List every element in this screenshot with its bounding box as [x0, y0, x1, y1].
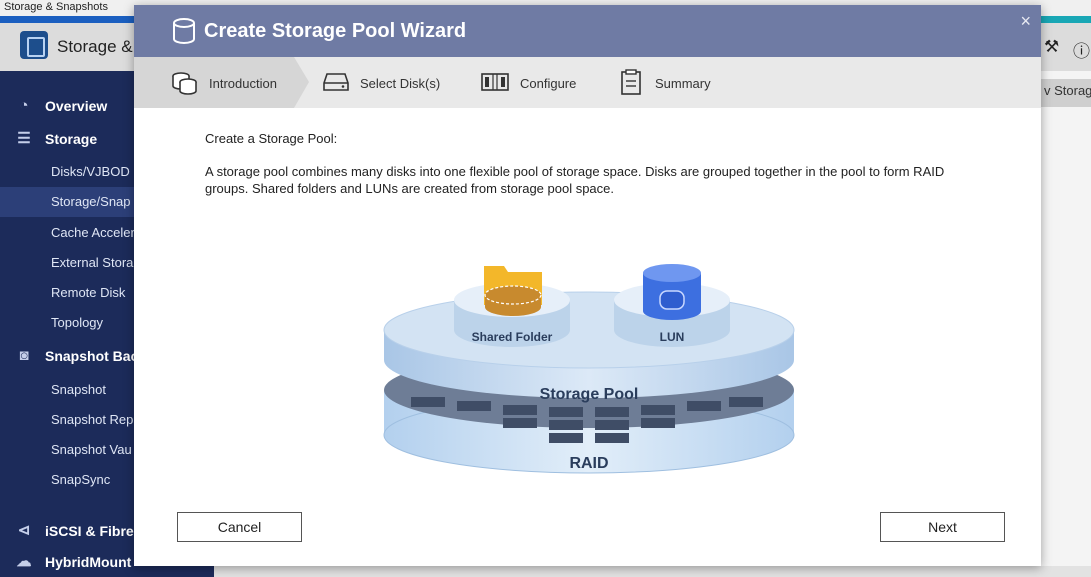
next-button[interactable]: Next: [880, 512, 1005, 542]
app-logo-icon: [20, 31, 48, 59]
tools-icon[interactable]: ⚒: [1044, 37, 1059, 57]
step-select-disks: Select Disk(s): [319, 57, 459, 108]
camera-icon: ◙: [19, 347, 29, 364]
intro-heading: Create a Storage Pool:: [205, 131, 338, 146]
cancel-button[interactable]: Cancel: [177, 512, 302, 542]
intro-description: A storage pool combines many disks into …: [205, 164, 945, 196]
wizard-steps: Introduction Select Disk(s) Configure Su…: [134, 57, 1041, 108]
share-icon: ⊲: [17, 522, 31, 539]
raid-label: RAID: [569, 455, 608, 472]
step-label: Configure: [520, 76, 577, 91]
step-introduction: Introduction: [134, 57, 309, 108]
main-content-area: [1041, 71, 1091, 577]
database-icon: ☰: [17, 130, 31, 147]
dialog-header: Create Storage Pool Wizard ×: [134, 5, 1041, 57]
help-icon[interactable]: ⓘ: [1073, 37, 1090, 62]
window-title: Storage & Snapshots: [4, 1, 108, 13]
shared-folder-label: Shared Folder: [472, 330, 553, 344]
cloud-icon: ☁: [16, 553, 32, 570]
step-label: Select Disk(s): [360, 76, 441, 91]
hard-drive-icon: [323, 73, 349, 91]
step-label: Introduction: [209, 76, 277, 91]
storage-pool-icon: [173, 18, 195, 44]
create-storage-pool-dialog: Create Storage Pool Wizard × Introductio…: [134, 5, 1041, 566]
step-label: Summary: [655, 76, 711, 91]
clipboard-icon: [621, 69, 641, 95]
dialog-title: Create Storage Pool Wizard: [204, 20, 467, 42]
app-bottom-area: [214, 566, 1091, 577]
stacked-disks-icon: [172, 72, 197, 95]
raid-array-icon: [481, 73, 509, 91]
close-icon[interactable]: ×: [1020, 11, 1031, 32]
step-configure: Configure: [479, 57, 599, 108]
storage-pool-label: Storage Pool: [540, 386, 639, 403]
storage-pool-illustration: Shared Folder LUN Storage Pool RAID: [383, 264, 795, 474]
gauge-icon: ◔: [19, 97, 29, 114]
step-summary: Summary: [619, 57, 739, 108]
new-storage-tab[interactable]: v Storag: [1041, 79, 1091, 107]
lun-label: LUN: [660, 330, 685, 344]
